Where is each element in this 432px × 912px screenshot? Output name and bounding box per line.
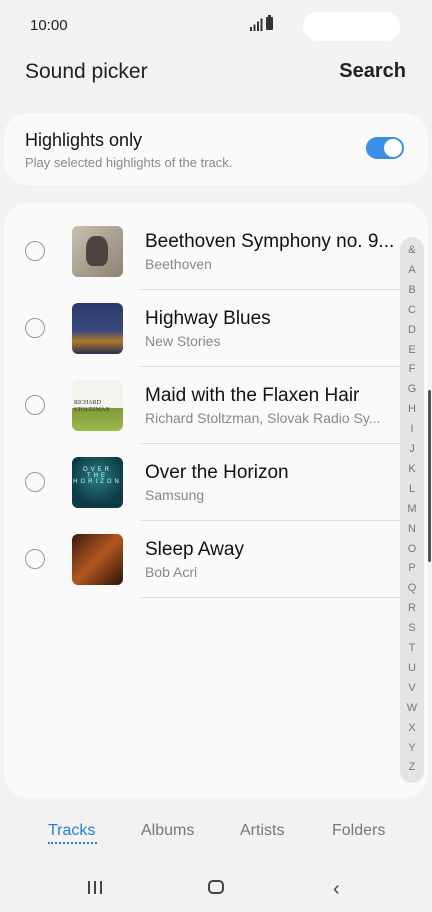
index-letter[interactable]: F — [400, 363, 424, 375]
album-art: RICHARD STOLTZMAN — [72, 380, 123, 431]
index-letter[interactable]: X — [400, 722, 424, 734]
recent-apps-icon[interactable] — [88, 881, 104, 894]
highlights-subtitle: Play selected highlights of the track. — [25, 155, 233, 170]
index-letter[interactable]: I — [400, 423, 424, 435]
scrollbar[interactable] — [428, 390, 431, 562]
track-radio[interactable] — [25, 472, 45, 492]
tab-albums[interactable]: Albums — [141, 822, 194, 840]
index-letter[interactable]: Q — [400, 582, 424, 594]
active-tab-indicator — [48, 842, 97, 844]
track-row[interactable]: Highway Blues New Stories — [4, 290, 404, 367]
home-icon[interactable] — [208, 880, 224, 894]
track-list: Beethoven Symphony no. 9... Beethoven Hi… — [4, 203, 428, 798]
track-artist: New Stories — [145, 333, 221, 349]
track-radio[interactable] — [25, 395, 45, 415]
index-letter[interactable]: C — [400, 304, 424, 316]
track-title: Over the Horizon — [145, 462, 289, 483]
track-row[interactable]: Sleep Away Bob Acri — [4, 521, 404, 598]
index-letter[interactable]: P — [400, 562, 424, 574]
track-radio[interactable] — [25, 549, 45, 569]
index-letter[interactable]: W — [400, 702, 424, 714]
index-letter[interactable]: E — [400, 344, 424, 356]
index-letter[interactable]: L — [400, 483, 424, 495]
signal-icon — [250, 18, 263, 31]
index-letter[interactable]: B — [400, 284, 424, 296]
index-letter[interactable]: G — [400, 383, 424, 395]
album-art — [72, 226, 123, 277]
search-button[interactable]: Search — [339, 60, 406, 83]
index-letter[interactable]: R — [400, 602, 424, 614]
highlights-card: Highlights only Play selected highlights… — [4, 113, 428, 185]
album-art: OVER THE HORIZON — [72, 457, 123, 508]
highlights-toggle[interactable] — [366, 137, 404, 159]
track-row[interactable]: Beethoven Symphony no. 9... Beethoven — [4, 213, 404, 290]
tab-folders[interactable]: Folders — [332, 822, 385, 840]
index-letter[interactable]: D — [400, 324, 424, 336]
track-title: Sleep Away — [145, 539, 244, 560]
tab-tracks[interactable]: Tracks — [48, 822, 95, 840]
index-letter[interactable]: J — [400, 443, 424, 455]
track-title: Highway Blues — [145, 308, 271, 329]
track-artist: Bob Acri — [145, 564, 198, 580]
track-artist: Samsung — [145, 487, 205, 503]
track-radio[interactable] — [25, 318, 45, 338]
index-letter[interactable]: N — [400, 523, 424, 535]
track-title: Maid with the Flaxen Hair — [145, 385, 360, 406]
album-art — [72, 303, 123, 354]
index-letter[interactable]: V — [400, 682, 424, 694]
index-letter[interactable]: A — [400, 264, 424, 276]
index-letter[interactable]: S — [400, 622, 424, 634]
status-bar: 10:00 — [0, 0, 432, 50]
divider — [141, 597, 400, 598]
index-letter[interactable]: H — [400, 403, 424, 415]
tab-bar: Tracks Albums Artists Folders — [0, 815, 432, 855]
toggle-knob — [383, 138, 403, 158]
index-letter[interactable]: O — [400, 543, 424, 555]
album-art-text: RICHARD STOLTZMAN — [74, 400, 110, 413]
track-artist: Beethoven — [145, 256, 212, 272]
battery-icon — [266, 15, 273, 30]
tab-artists[interactable]: Artists — [240, 822, 284, 840]
track-row[interactable]: OVER THE HORIZON Over the Horizon Samsun… — [4, 444, 404, 521]
track-radio[interactable] — [25, 241, 45, 261]
index-letter[interactable]: M — [400, 503, 424, 515]
page-title: Sound picker — [25, 60, 148, 83]
track-artist: Richard Stoltzman, Slovak Radio Sy... — [145, 410, 381, 426]
back-icon[interactable]: ‹ — [333, 878, 340, 901]
album-art — [72, 534, 123, 585]
navigation-bar: ‹ — [0, 862, 432, 912]
alphabet-index[interactable]: & A B C D E F G H I J K L M N O P Q R S T U V W X Y Z — [400, 237, 424, 783]
track-row[interactable]: RICHARD STOLTZMAN Maid with the Flaxen H… — [4, 367, 404, 444]
index-letter[interactable]: & — [400, 244, 424, 256]
index-letter[interactable]: Y — [400, 742, 424, 754]
track-title: Beethoven Symphony no. 9... — [145, 231, 395, 252]
highlights-title: Highlights only — [25, 130, 143, 150]
album-art-text: OVER THE HORIZON — [73, 467, 122, 485]
camera-cutout — [303, 12, 400, 41]
index-letter[interactable]: Z — [400, 761, 424, 773]
index-letter[interactable]: U — [400, 662, 424, 674]
index-letter[interactable]: T — [400, 642, 424, 654]
status-time: 10:00 — [30, 17, 68, 34]
index-letter[interactable]: K — [400, 463, 424, 475]
